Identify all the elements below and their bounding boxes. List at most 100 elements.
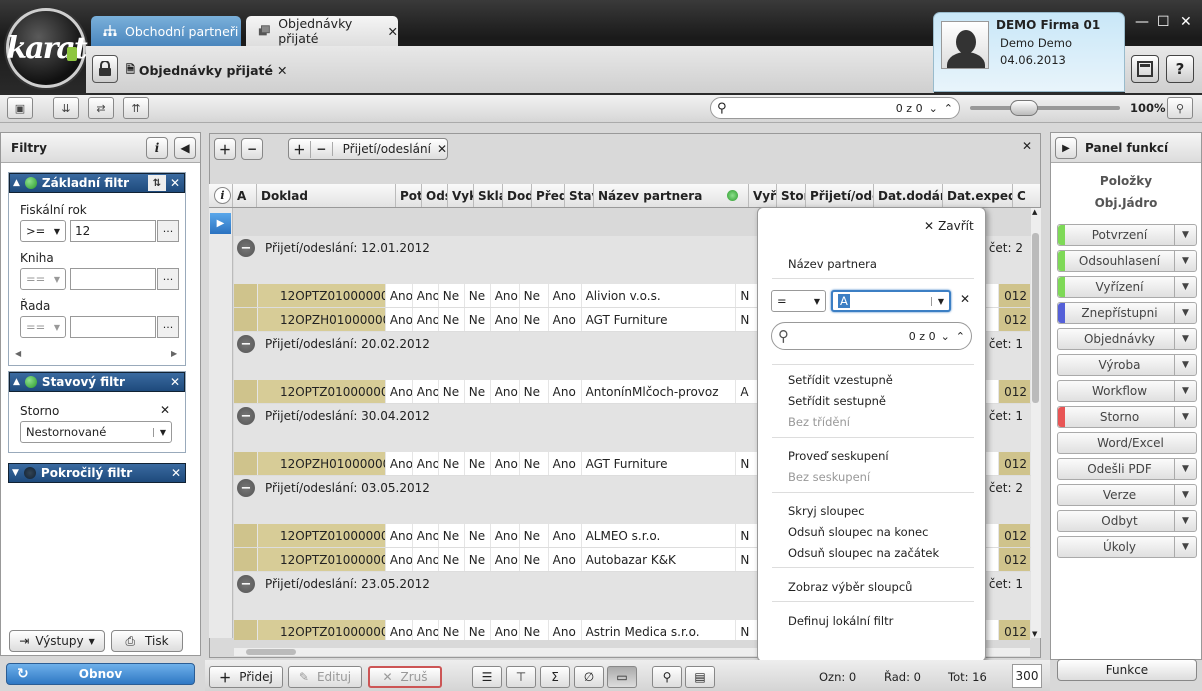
- tree-view-button[interactable]: ⊤: [506, 666, 536, 688]
- zoom-reset-button[interactable]: ⚲: [1167, 97, 1193, 119]
- chevron-down-icon[interactable]: ▼: [1174, 329, 1196, 349]
- outputs-button[interactable]: ⇥ Výstupy ▼: [9, 630, 105, 652]
- chevron-down-icon[interactable]: ▼: [1174, 537, 1196, 557]
- minimize-button[interactable]: —: [1135, 14, 1149, 30]
- collapse-right-button[interactable]: ▶: [1055, 137, 1077, 159]
- vertical-scrollbar[interactable]: ▲ ▼: [1031, 208, 1041, 638]
- popup-operator-select[interactable]: = ▼: [771, 290, 826, 312]
- top-search-input[interactable]: ⚲ 0 z 0 ⌄ ⌃: [710, 97, 960, 119]
- function-button[interactable]: Výroba ▼: [1057, 354, 1197, 376]
- menu-item[interactable]: Odsuň sloupec na konec: [788, 525, 928, 539]
- column-header[interactable]: Vyří: [749, 184, 777, 207]
- clear-storno-icon[interactable]: ✕: [160, 403, 170, 417]
- collapse-group-icon[interactable]: −: [237, 479, 255, 497]
- column-header[interactable]: Stav: [565, 184, 594, 207]
- menu-item[interactable]: Setřídit vzestupně: [788, 373, 893, 387]
- items-link[interactable]: Položky: [1050, 174, 1202, 188]
- menu-item[interactable]: Definuj lokální filtr: [788, 614, 893, 628]
- fiscal-year-operator[interactable]: >= ▼: [20, 220, 66, 242]
- collapse-icon[interactable]: ▲: [13, 178, 20, 188]
- close-icon[interactable]: ✕: [277, 63, 287, 78]
- collapse-icon[interactable]: ▲: [13, 377, 20, 387]
- chevron-down-icon[interactable]: ▼: [1174, 303, 1196, 323]
- close-window-button[interactable]: ✕: [1180, 14, 1192, 30]
- column-header[interactable]: C: [1013, 184, 1029, 207]
- popup-value-select[interactable]: A ▼: [831, 290, 951, 312]
- search-grid-button[interactable]: ⚲: [652, 666, 682, 688]
- column-header[interactable]: Odsc: [422, 184, 448, 207]
- zoom-slider-track[interactable]: [970, 106, 1120, 110]
- series-picker-button[interactable]: ···: [157, 316, 179, 338]
- menu-item[interactable]: Setřídit sestupně: [788, 394, 886, 408]
- function-button[interactable]: Storno ▼: [1057, 406, 1197, 428]
- edit-button[interactable]: ✎ Edituj: [288, 666, 362, 688]
- functions-button[interactable]: Funkce: [1057, 659, 1197, 681]
- maximize-button[interactable]: ☐: [1157, 14, 1170, 30]
- column-header[interactable]: Vyki: [448, 184, 474, 207]
- menu-item[interactable]: Zobraz výběr sloupců: [788, 580, 912, 594]
- refresh-button[interactable]: ↻ Obnov: [6, 663, 195, 685]
- window-view-button[interactable]: ▭: [607, 666, 637, 688]
- collapse-group-icon[interactable]: −: [237, 239, 255, 257]
- add-button[interactable]: ＋ Přidej: [209, 666, 283, 688]
- column-header[interactable]: Předl: [532, 184, 565, 207]
- chevron-down-icon[interactable]: ⌄: [929, 102, 938, 115]
- help-button[interactable]: ?: [1166, 55, 1194, 83]
- page-size-input[interactable]: 300: [1012, 664, 1042, 688]
- series-operator[interactable]: == ▼: [20, 316, 66, 338]
- list-view-button[interactable]: ☰: [472, 666, 502, 688]
- chevron-down-icon[interactable]: ▼: [1174, 225, 1196, 245]
- column-header[interactable]: Dod: [503, 184, 532, 207]
- sort-filter-icon[interactable]: ⇅: [148, 175, 166, 191]
- close-icon[interactable]: ✕: [166, 176, 184, 190]
- save-button[interactable]: ▣: [7, 97, 33, 119]
- chevron-down-icon[interactable]: ▼: [1174, 407, 1196, 427]
- import-button[interactable]: ⇊: [53, 97, 79, 119]
- group-expand-icon[interactable]: ＋: [289, 140, 311, 158]
- tab-close-icon[interactable]: ✕: [388, 24, 398, 39]
- collapse-group-icon[interactable]: −: [237, 335, 255, 353]
- expand-all-button[interactable]: ＋: [214, 138, 236, 160]
- function-button[interactable]: Úkoly ▼: [1057, 536, 1197, 558]
- chevron-down-icon[interactable]: ▼: [1174, 251, 1196, 271]
- column-header-partner[interactable]: Název partnera: [594, 184, 749, 207]
- chevron-down-icon[interactable]: ▼: [1174, 277, 1196, 297]
- collapse-all-button[interactable]: −: [241, 138, 263, 160]
- menu-item[interactable]: Odsuň sloupec na začátek: [788, 546, 939, 560]
- close-icon[interactable]: ✕: [166, 375, 184, 389]
- sub-tab-title[interactable]: 🗎 Objednávky přijaté ✕: [126, 61, 288, 80]
- group-collapse-icon[interactable]: −: [311, 142, 333, 156]
- tab-business-partners[interactable]: Obchodní partneři: [91, 16, 241, 46]
- chevron-down-icon[interactable]: ▼: [1174, 355, 1196, 375]
- column-header[interactable]: Dat.dodání: [874, 184, 943, 207]
- book-picker-button[interactable]: ···: [157, 268, 179, 290]
- basic-filter-header[interactable]: ▲ Základní filtr ⇅ ✕: [9, 173, 185, 193]
- function-button[interactable]: Znepřístupni ▼: [1057, 302, 1197, 324]
- export-button[interactable]: ⇈: [123, 97, 149, 119]
- column-header[interactable]: Přijetí/odes: [806, 184, 874, 207]
- column-header[interactable]: A: [233, 184, 257, 207]
- scroll-left-icon[interactable]: ◀: [15, 349, 21, 358]
- collapse-group-icon[interactable]: −: [237, 575, 255, 593]
- function-button[interactable]: Odešli PDF ▼: [1057, 458, 1197, 480]
- column-header[interactable]: Dat.expedic: [943, 184, 1013, 207]
- info-column-icon[interactable]: i: [209, 184, 233, 207]
- status-filter-header[interactable]: ▲ Stavový filtr ✕: [9, 372, 185, 392]
- empty-set-button[interactable]: ∅: [574, 666, 604, 688]
- group-by-chip[interactable]: ＋ − Přijetí/odeslání ✕: [288, 138, 448, 160]
- column-header[interactable]: Skla: [474, 184, 503, 207]
- chevron-down-icon[interactable]: ▼: [1174, 511, 1196, 531]
- collapse-left-button[interactable]: ◀: [174, 137, 196, 159]
- popup-search-input[interactable]: ⚲ 0 z 0 ⌄ ⌃: [771, 322, 972, 350]
- fiscal-year-input[interactable]: 12: [70, 220, 156, 242]
- book-input[interactable]: [70, 268, 156, 290]
- menu-item[interactable]: Proveď seskupení: [788, 449, 889, 463]
- function-button[interactable]: Odsouhlasení ▼: [1057, 250, 1197, 272]
- sum-button[interactable]: Σ: [540, 666, 570, 688]
- transfer-button[interactable]: ⇄: [88, 97, 114, 119]
- zoom-slider-handle[interactable]: [1010, 100, 1038, 116]
- calculator-button[interactable]: [1131, 55, 1159, 83]
- collapse-group-icon[interactable]: −: [237, 407, 255, 425]
- storno-select[interactable]: Nestornované ▼: [20, 421, 172, 443]
- function-button[interactable]: Objednávky ▼: [1057, 328, 1197, 350]
